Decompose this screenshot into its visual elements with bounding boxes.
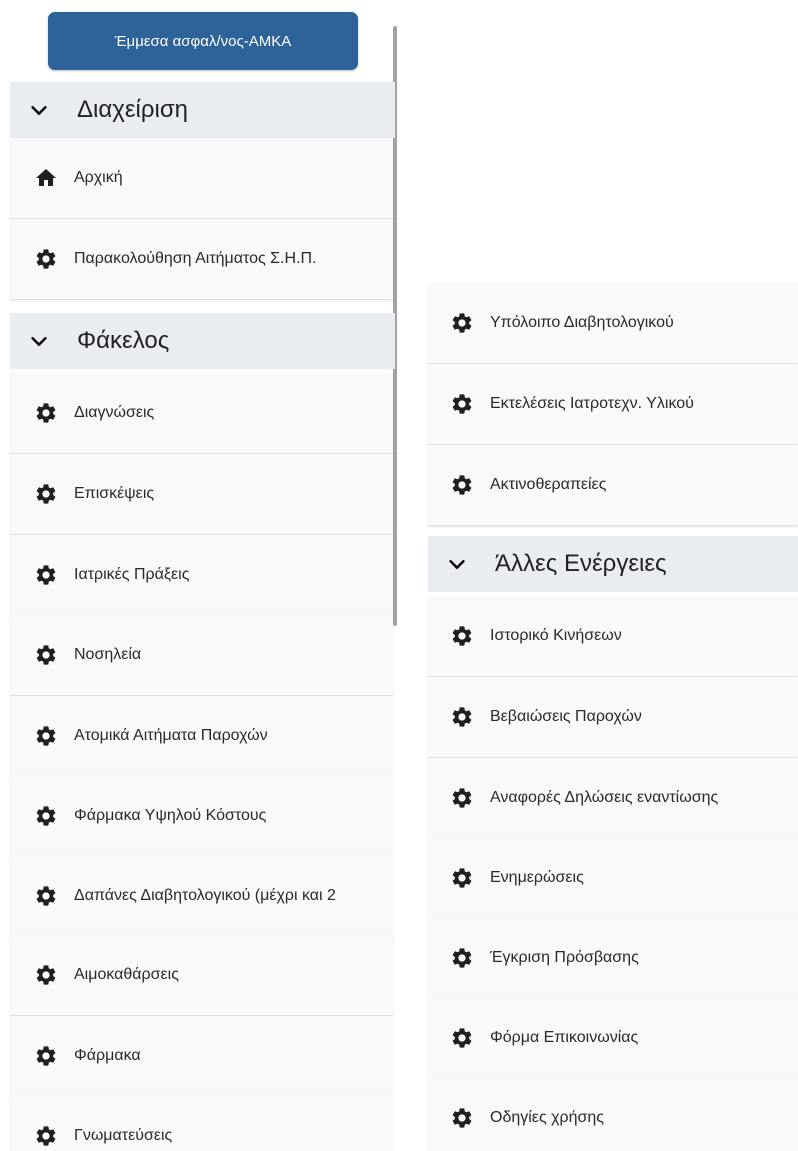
gear-icon: [34, 884, 58, 908]
menu-item-diagnoses[interactable]: Διαγνώσεις: [10, 373, 393, 454]
menu-item-label: Υπόλοιπο Διαβητολογικού: [490, 314, 674, 331]
menu-item-label: Παρακολούθηση Αιτήματος Σ.Η.Π.: [74, 250, 317, 267]
menu-item-individual-benefit-requests[interactable]: Ατομικά Αιτήματα Παροχών: [10, 696, 393, 777]
chevron-down-icon: [10, 99, 68, 121]
gear-icon: [450, 624, 474, 648]
menu-item-label: Δαπάνες Διαβητολογικού (μέχρι και 2: [74, 887, 336, 904]
menu-item-benefit-certificates[interactable]: Βεβαιώσεις Παροχών: [428, 677, 798, 758]
menu-item-label: Ακτινοθεραπείες: [490, 476, 607, 493]
menu-item-high-cost-drugs[interactable]: Φάρμακα Υψηλού Κόστους: [10, 776, 393, 857]
menu-item-radiotherapies[interactable]: Ακτινοθεραπείες: [428, 445, 798, 526]
menu-item-hemodialysis[interactable]: Αιμοκαθάρσεις: [10, 935, 393, 1016]
gear-icon: [34, 401, 58, 425]
menu-item-label: Ιατρικές Πράξεις: [74, 566, 190, 583]
menu-item-label: Ενημερώσεις: [490, 869, 584, 886]
gear-icon: [450, 1026, 474, 1050]
menu-item-diabetes-balance[interactable]: Υπόλοιπο Διαβητολογικού: [428, 283, 798, 364]
gear-icon: [34, 247, 58, 271]
gear-icon: [450, 946, 474, 970]
section-header-folder[interactable]: Φάκελος: [10, 313, 395, 369]
home-icon: [34, 166, 58, 190]
indirect-insured-amka-button[interactable]: Έμμεσα ασφαλ/νος-ΑΜΚΑ: [48, 12, 358, 70]
menu-item-label: Οδηγίες χρήσης: [490, 1109, 604, 1126]
section-title: Άλλες Ενέργειες: [495, 550, 667, 577]
menu-item-user-guide[interactable]: Οδηγίες χρήσης: [428, 1078, 798, 1151]
gear-icon: [34, 724, 58, 748]
gear-icon: [450, 392, 474, 416]
section-title: Φάκελος: [77, 327, 170, 354]
menu-item-request-tracking[interactable]: Παρακολούθηση Αιτήματος Σ.Η.Π.: [10, 219, 393, 300]
gear-icon: [450, 866, 474, 890]
menu-item-medical-procedures[interactable]: Ιατρικές Πράξεις: [10, 535, 393, 616]
menu-item-label: Φάρμακα: [74, 1047, 141, 1064]
menu-item-label: Γνωματεύσεις: [74, 1127, 173, 1144]
menu-item-label: Επισκέψεις: [74, 485, 155, 502]
left-sidebar: Έμμεσα ασφαλ/νος-ΑΜΚΑ Διαχείριση Αρχική …: [0, 0, 405, 1151]
section-header-management[interactable]: Διαχείριση: [10, 82, 395, 138]
indirect-insured-amka-button-label: Έμμεσα ασφαλ/νος-ΑΜΚΑ: [114, 32, 292, 50]
menu-item-label: Αρχική: [74, 169, 123, 186]
menu-item-visits[interactable]: Επισκέψεις: [10, 454, 393, 535]
menu-item-hospitalization[interactable]: Νοσηλεία: [10, 615, 393, 696]
gear-icon: [34, 563, 58, 587]
menu-item-access-approval[interactable]: Έγκριση Πρόσβασης: [428, 918, 798, 999]
gear-icon: [34, 963, 58, 987]
menu-item-label: Εκτελέσεις Ιατροτεχν. Υλικού: [490, 395, 694, 412]
menu-item-label: Ατομικά Αιτήματα Παροχών: [74, 727, 268, 744]
section-header-other-actions[interactable]: Άλλες Ενέργειες: [428, 536, 798, 592]
menu-item-medical-device-executions[interactable]: Εκτελέσεις Ιατροτεχν. Υλικού: [428, 364, 798, 445]
gear-icon: [34, 643, 58, 667]
menu-item-label: Έγκριση Πρόσβασης: [490, 949, 639, 966]
menu-item-notifications[interactable]: Ενημερώσεις: [428, 838, 798, 919]
menu-item-diabetes-expenses[interactable]: Δαπάνες Διαβητολογικού (μέχρι και 2: [10, 856, 393, 937]
menu-item-label: Βεβαιώσεις Παροχών: [490, 708, 642, 725]
menu-item-label: Φάρμακα Υψηλού Κόστους: [74, 807, 267, 824]
menu-item-objection-reports[interactable]: Αναφορές Δηλώσεις εναντίωσης: [428, 758, 798, 839]
gear-icon: [34, 804, 58, 828]
gear-icon: [450, 473, 474, 497]
gear-icon: [34, 482, 58, 506]
gear-icon: [34, 1124, 58, 1148]
menu-item-label: Αναφορές Δηλώσεις εναντίωσης: [490, 789, 719, 806]
section-title: Διαχείριση: [77, 96, 189, 123]
gear-icon: [450, 705, 474, 729]
menu-item-drugs[interactable]: Φάρμακα: [10, 1016, 393, 1097]
menu-item-transaction-history[interactable]: Ιστορικό Κινήσεων: [428, 596, 798, 677]
menu-item-contact-form[interactable]: Φόρμα Επικοινωνίας: [428, 998, 798, 1079]
menu-item-label: Νοσηλεία: [74, 646, 142, 663]
gear-icon: [450, 1106, 474, 1130]
menu-item-label: Ιστορικό Κινήσεων: [490, 627, 622, 644]
menu-item-medical-opinions[interactable]: Γνωματεύσεις: [10, 1096, 393, 1151]
chevron-down-icon: [428, 553, 486, 575]
right-sidebar-continued: Υπόλοιπο Διαβητολογικού Εκτελέσεις Ιατρο…: [423, 275, 798, 1151]
menu-item-home[interactable]: Αρχική: [10, 138, 393, 219]
menu-item-label: Διαγνώσεις: [74, 404, 155, 421]
menu-item-label: Αιμοκαθάρσεις: [74, 966, 179, 983]
menu-item-label: Φόρμα Επικοινωνίας: [490, 1029, 639, 1046]
gear-icon: [450, 311, 474, 335]
gear-icon: [34, 1044, 58, 1068]
chevron-down-icon: [10, 330, 68, 352]
gear-icon: [450, 786, 474, 810]
